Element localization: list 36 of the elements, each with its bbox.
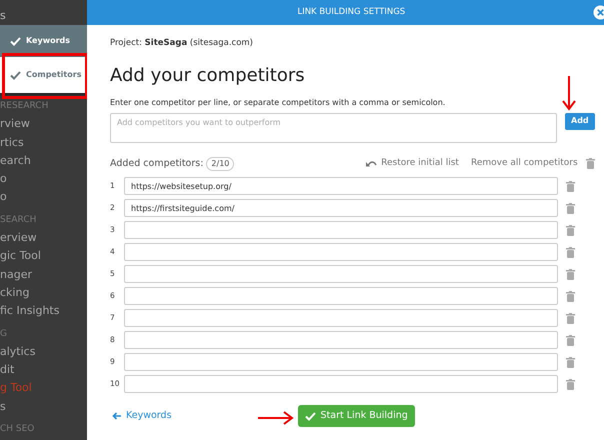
remove-all-link[interactable]: Remove all competitors (470, 157, 578, 171)
menu-item[interactable]: o (0, 188, 87, 207)
step-tab[interactable]: Keywords (0, 25, 87, 57)
count-badge: 2/10 (206, 156, 234, 171)
menu-section-label: RESEARCH (0, 100, 50, 113)
menu-item[interactable]: gic Tool (0, 247, 87, 266)
step-label: Competitors (26, 69, 82, 81)
menu-item[interactable]: dit (0, 361, 87, 380)
project-text: Project: SiteSaga (sitesaga.com) (110, 37, 254, 50)
menu-heading: s (0, 8, 7, 24)
start-button[interactable]: Start Link Building (298, 405, 415, 427)
menu-item[interactable]: o (0, 170, 87, 188)
menu-item[interactable]: earch (0, 152, 87, 170)
competitor-field[interactable]: https://firstsiteguide.com/ (124, 199, 558, 217)
menu-section-label: CH SEO (0, 423, 36, 436)
step-label: Keywords (26, 35, 70, 47)
page-heading: Add your competitors (110, 64, 306, 88)
instruction-text: Enter one competitor per line, or separate competitors with a comma or semicolon. (110, 96, 446, 109)
menu-section-label: SEARCH (0, 214, 38, 227)
menu-item[interactable]: nager (0, 266, 87, 284)
menu-item[interactable]: fic Insights (0, 302, 87, 321)
back-link[interactable]: Keywords (112, 408, 172, 424)
competitor-field[interactable]: https://websitesetup.org/ (124, 177, 558, 195)
add-button[interactable]: Add (565, 112, 595, 130)
menu-item[interactable]: alytics (0, 342, 87, 362)
competitor-input[interactable]: Add competitors you want to outperform (110, 112, 557, 143)
menu-item[interactable]: cking (0, 284, 87, 302)
modal-title: LINK BUILDING SETTINGS (297, 6, 406, 19)
menu-item[interactable]: rtics (0, 134, 87, 152)
restore-link[interactable]: Restore initial list (381, 157, 459, 171)
added-label: Added competitors: (110, 156, 204, 171)
menu-section-label: G (0, 328, 8, 341)
step-tab[interactable]: Competitors (0, 57, 87, 93)
menu-item[interactable]: erview (0, 229, 87, 248)
menu-item[interactable]: s (0, 398, 87, 416)
menu-item[interactable]: rview (0, 115, 87, 134)
